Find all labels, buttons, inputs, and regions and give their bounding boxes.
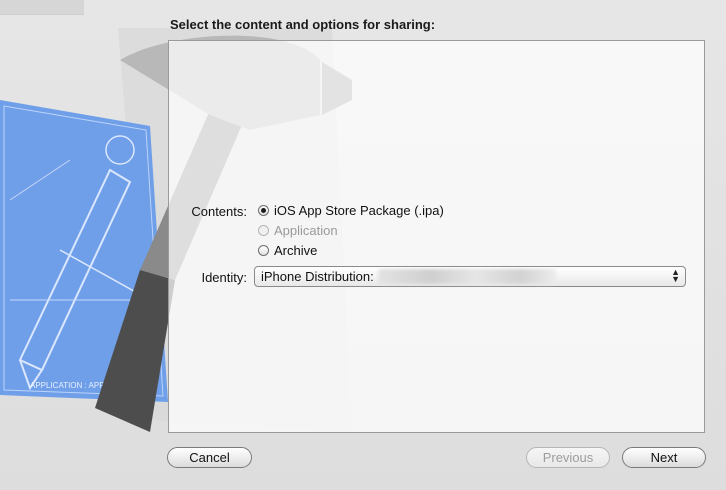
cancel-button[interactable]: Cancel xyxy=(167,447,252,468)
radio-application: Application xyxy=(258,223,338,238)
previous-button: Previous xyxy=(526,447,610,468)
redacted-identity xyxy=(377,269,556,284)
content-panel xyxy=(168,40,705,433)
blueprint-label: APPLICATION : APP xyxy=(30,381,105,390)
window-edge xyxy=(0,0,84,15)
radio-ipa[interactable]: iOS App Store Package (.ipa) xyxy=(258,203,444,218)
radio-ipa-label: iOS App Store Package (.ipa) xyxy=(274,203,444,218)
radio-archive-label: Archive xyxy=(274,243,318,258)
identity-popup[interactable]: iPhone Distribution: ▲ ▼ xyxy=(254,266,686,287)
radio-archive[interactable]: Archive xyxy=(258,243,317,258)
identity-value: iPhone Distribution: xyxy=(261,269,374,284)
radio-button-disabled-icon xyxy=(258,225,269,236)
share-archive-sheet: APPLICATION : APP Select the content and… xyxy=(0,0,726,490)
next-button[interactable]: Next xyxy=(622,447,706,468)
popup-arrows-icon: ▲ ▼ xyxy=(671,267,680,284)
identity-label: Identity: xyxy=(201,270,247,285)
dialog-heading: Select the content and options for shari… xyxy=(170,17,436,32)
radio-application-label: Application xyxy=(274,223,338,238)
radio-button-checked-icon[interactable] xyxy=(258,205,269,216)
blueprint-sheet: APPLICATION : APP xyxy=(0,100,168,402)
contents-label: Contents: xyxy=(191,204,247,219)
radio-button-icon[interactable] xyxy=(258,245,269,256)
